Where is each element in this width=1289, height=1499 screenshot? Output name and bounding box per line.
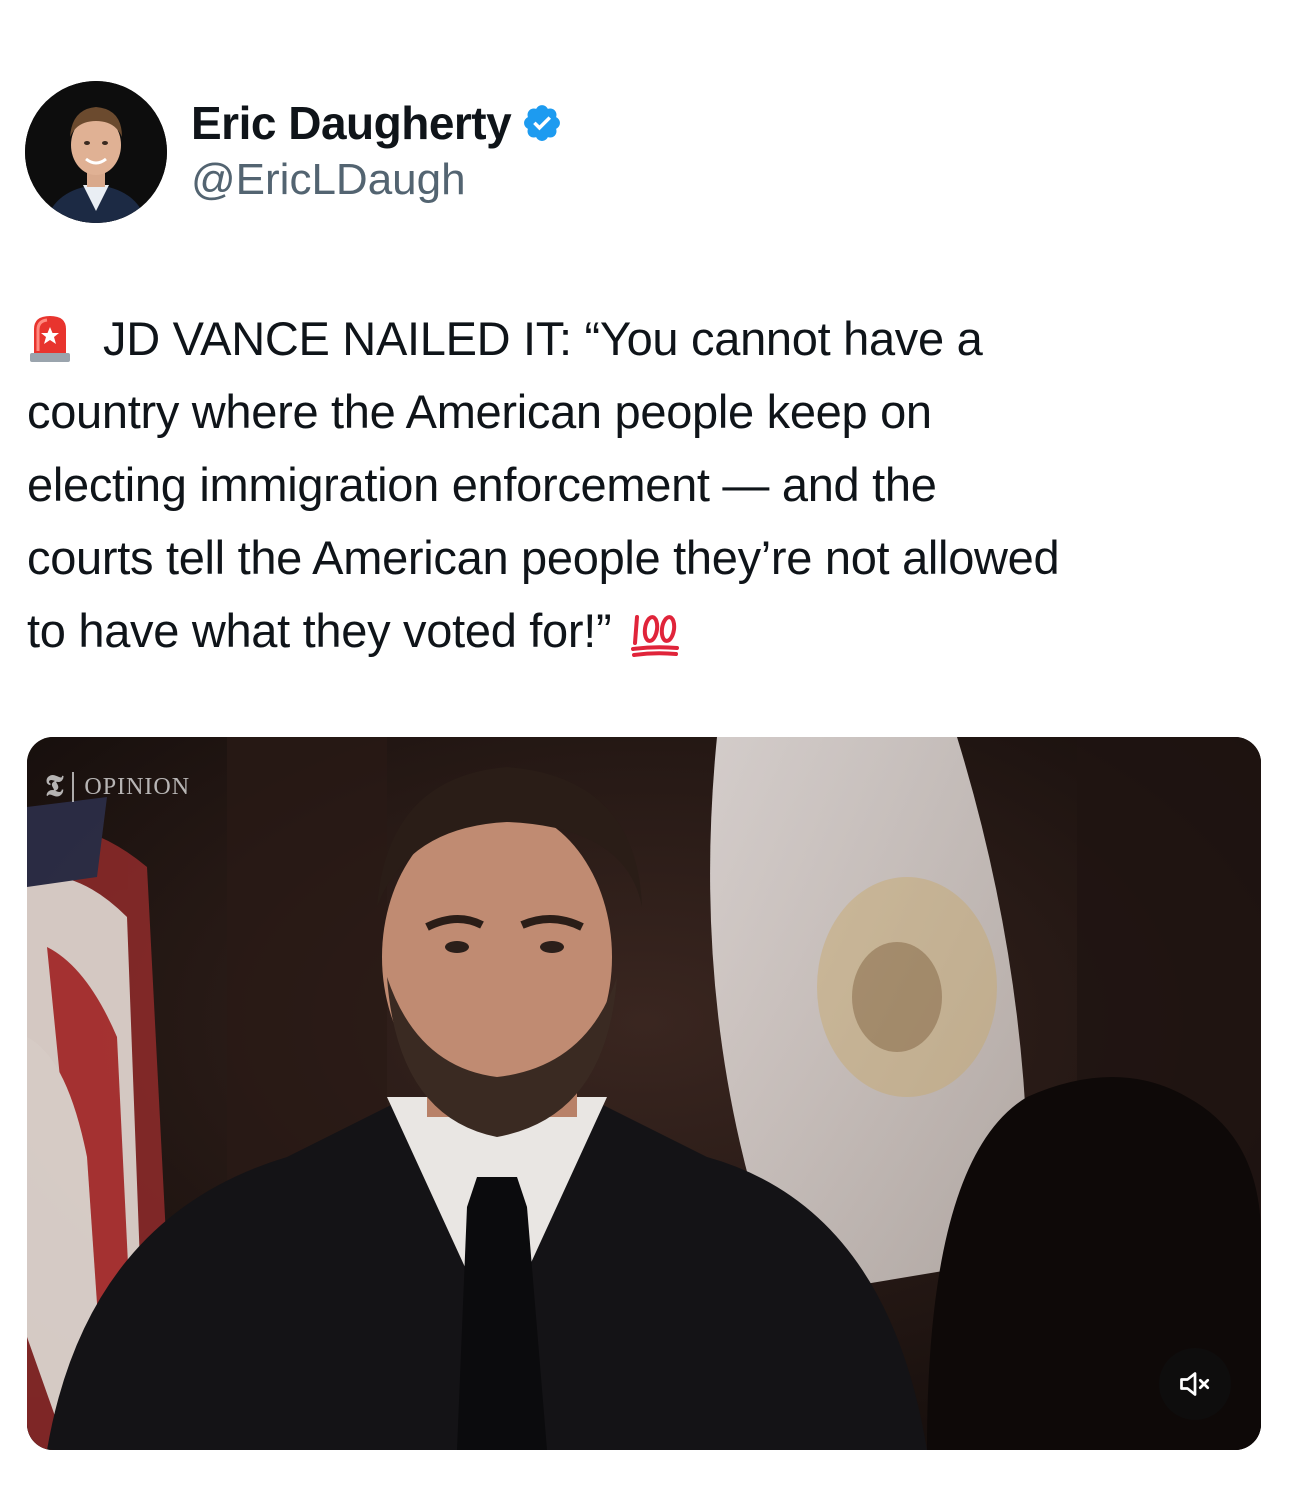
avatar[interactable] [25, 81, 167, 223]
video-frame [27, 737, 1261, 1450]
watermark-label: OPINION [84, 773, 191, 800]
tweet-text-line-2: country where the American people keep o… [27, 385, 932, 438]
tweet-text-line-5-text: to have what they voted for!” [27, 604, 612, 657]
mute-button[interactable] [1159, 1348, 1231, 1420]
avatar-image [25, 81, 167, 223]
tweet-text-line-4: courts tell the American people they’re … [27, 531, 1060, 584]
tweet-text-line-5: to have what they voted for!” [27, 594, 1267, 667]
hundred-points-icon [629, 606, 681, 658]
nyt-logo-icon: 𝕿 [45, 770, 65, 803]
tweet-text-line-1: JD VANCE NAILED IT: “You cannot have a [27, 302, 1267, 375]
tweet[interactable]: Eric Daugherty @EricLDaugh JD VANCE NAIL… [0, 0, 1289, 1499]
author-display-name[interactable]: Eric Daugherty [191, 96, 512, 150]
police-car-light-icon [27, 310, 73, 362]
nyt-opinion-watermark: 𝕿 OPINION [45, 770, 190, 804]
video-player[interactable]: 𝕿 OPINION [27, 737, 1261, 1450]
author-handle[interactable]: @EricLDaugh [191, 155, 466, 205]
watermark-divider [72, 772, 75, 802]
tweet-text: JD VANCE NAILED IT: “You cannot have a c… [27, 302, 1267, 667]
verified-badge-icon [521, 102, 563, 144]
speaker-muted-icon [1180, 1372, 1210, 1396]
tweet-text-line-3: electing immigration enforcement — and t… [27, 458, 937, 511]
author-name-row: Eric Daugherty [191, 93, 563, 153]
tweet-text-line-1-text: JD VANCE NAILED IT: “You cannot have a [103, 312, 983, 365]
